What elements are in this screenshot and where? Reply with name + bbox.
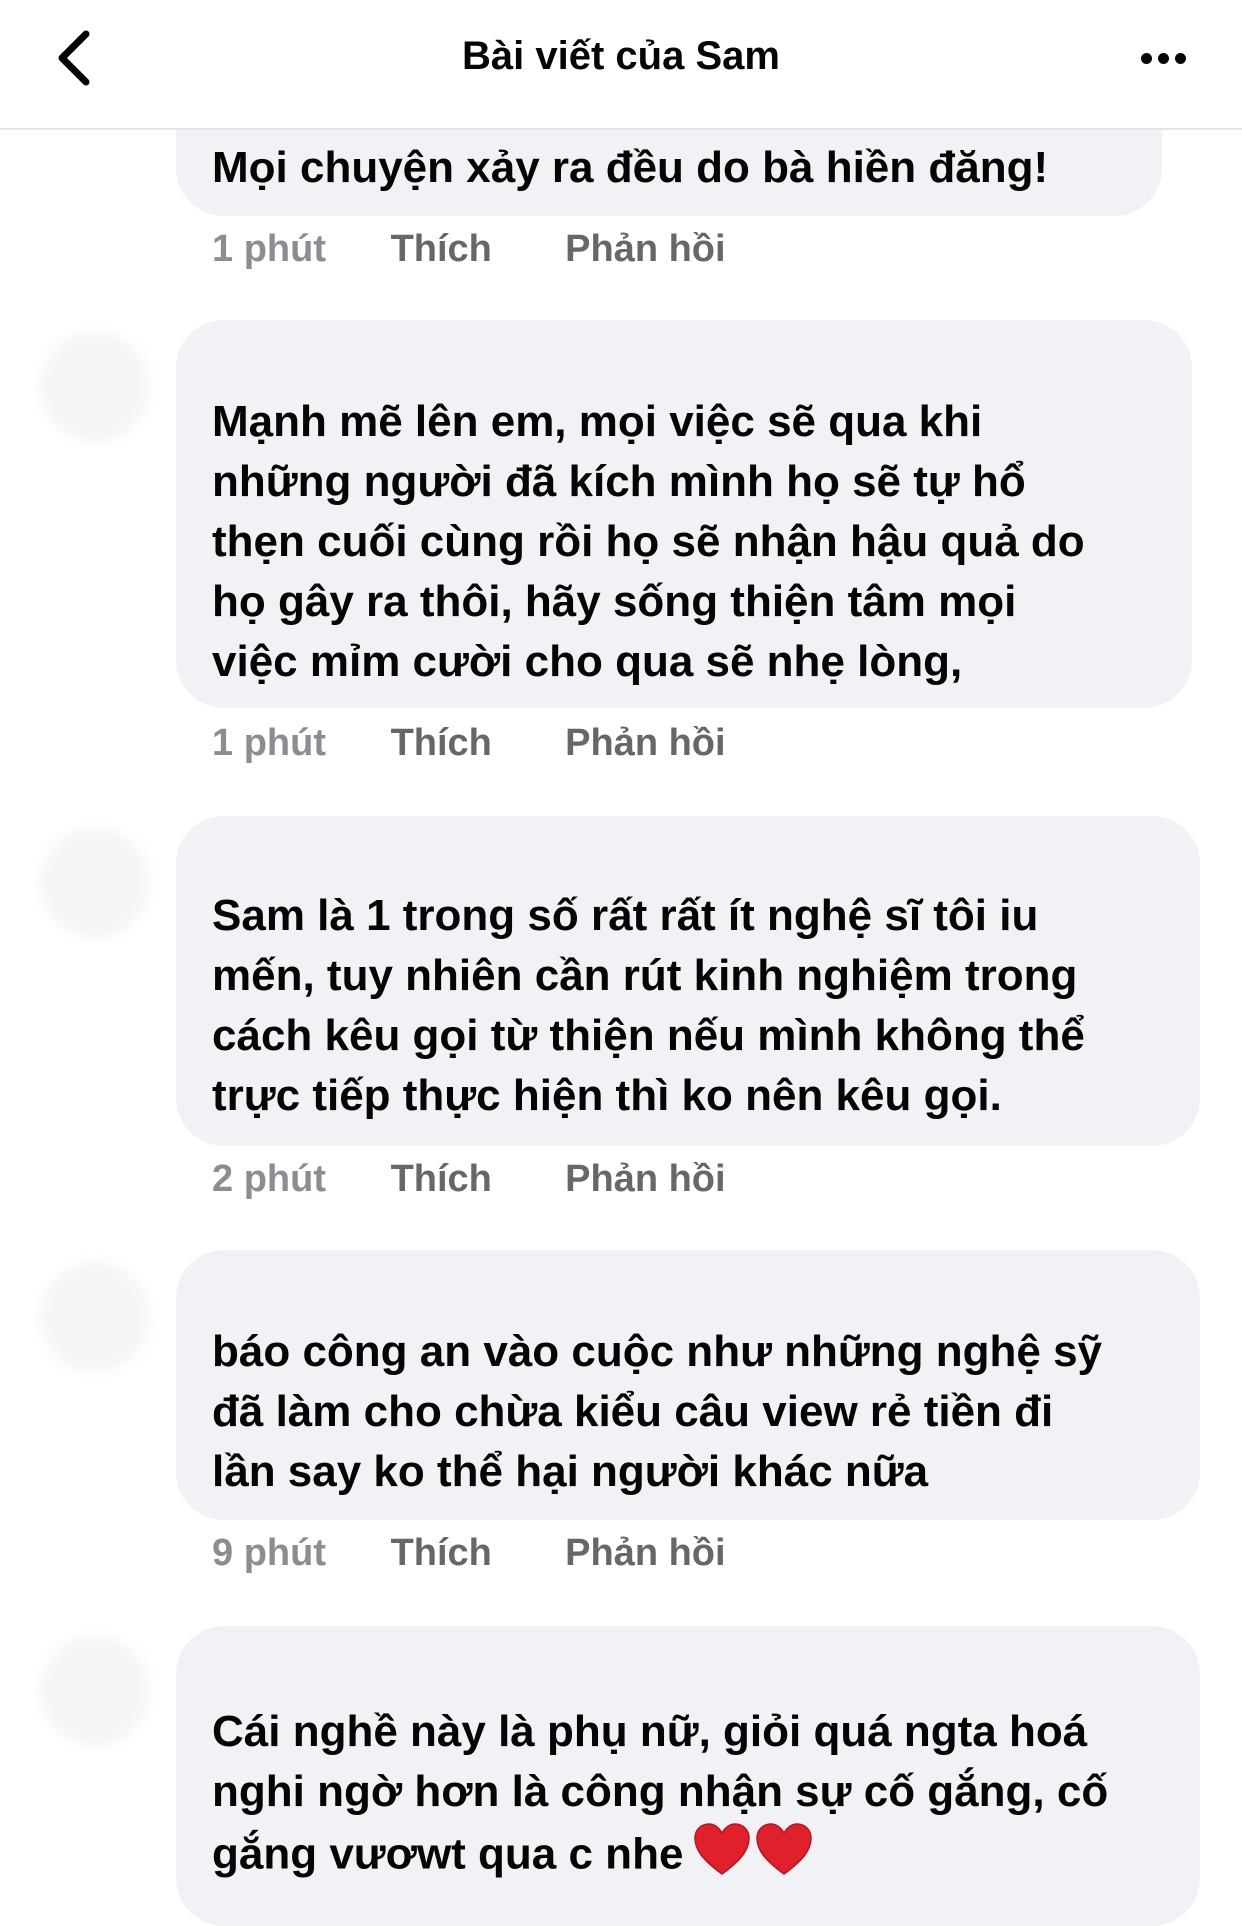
comment-time: 9 phút xyxy=(212,1532,326,1574)
avatar[interactable] xyxy=(40,332,150,442)
comment-feed: Mọi chuyện xảy ra đều do bà hiền đăng! 1… xyxy=(0,0,1242,1926)
comment-text: Cái nghề này là phụ nữ, giỏi quá ngta ho… xyxy=(212,1702,1176,1892)
comment-bubble[interactable]: Cái nghề này là phụ nữ, giỏi quá ngta ho… xyxy=(176,1626,1200,1926)
comment-text: Mọi chuyện xảy ra đều do bà hiền đăng! xyxy=(212,143,1049,192)
comment-actions: 1 phút Thích Phản hồi xyxy=(212,722,726,765)
reply-button[interactable]: Phản hồi xyxy=(565,1532,725,1575)
reply-button[interactable]: Phản hồi xyxy=(565,228,725,271)
red-heart-icon xyxy=(755,1822,813,1892)
like-button[interactable]: Thích xyxy=(391,722,555,765)
avatar[interactable] xyxy=(40,828,150,938)
comment-bubble[interactable]: báo công an vào cuộc như những nghệ sỹ đ… xyxy=(176,1250,1200,1520)
comment-text: Mạnh mẽ lên em, mọi việc sẽ qua khi nhữn… xyxy=(212,397,1085,686)
comment-time: 2 phút xyxy=(212,1158,326,1200)
comment-actions: 9 phút Thích Phản hồi xyxy=(212,1532,726,1575)
comment-text: báo công an vào cuộc như những nghệ sỹ đ… xyxy=(212,1327,1103,1496)
more-options-button[interactable] xyxy=(1128,34,1198,86)
like-button[interactable]: Thích xyxy=(391,1532,555,1575)
comment-text: Sam là 1 trong số rất rất ít nghệ sĩ tôi… xyxy=(212,891,1085,1120)
comment-bubble[interactable]: Mạnh mẽ lên em, mọi việc sẽ qua khi nhữn… xyxy=(176,320,1192,708)
red-heart-icon xyxy=(693,1822,751,1892)
reply-button[interactable]: Phản hồi xyxy=(565,1158,725,1201)
more-horizontal-icon xyxy=(1138,51,1189,69)
like-button[interactable]: Thích xyxy=(391,228,555,271)
avatar[interactable] xyxy=(40,1636,150,1746)
comment-actions: 2 phút Thích Phản hồi xyxy=(212,1158,726,1201)
comment-time: 1 phút xyxy=(212,722,326,764)
like-button[interactable]: Thích xyxy=(391,1158,555,1201)
top-bar: Bài viết của Sam xyxy=(0,0,1242,130)
avatar[interactable] xyxy=(40,1262,150,1372)
reply-button[interactable]: Phản hồi xyxy=(565,722,725,765)
comment-actions: 1 phút Thích Phản hồi xyxy=(212,228,726,271)
comment-time: 1 phút xyxy=(212,228,326,270)
page-title: Bài viết của Sam xyxy=(462,34,780,78)
comment-bubble[interactable]: Sam là 1 trong số rất rất ít nghệ sĩ tôi… xyxy=(176,816,1200,1146)
